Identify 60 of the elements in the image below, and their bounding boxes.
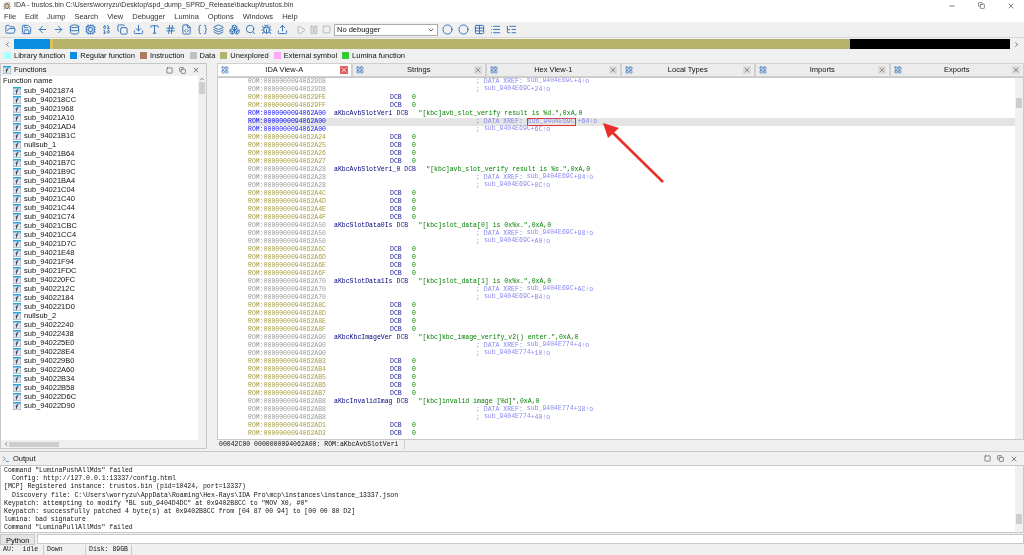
command-input[interactable] bbox=[37, 534, 1024, 544]
scroll-right-icon[interactable] bbox=[1013, 40, 1020, 48]
save-icon[interactable] bbox=[20, 23, 33, 36]
scroll-thumb[interactable] bbox=[1016, 514, 1022, 524]
tab-icon bbox=[759, 66, 767, 74]
layers-icon[interactable] bbox=[212, 23, 225, 36]
scroll-left-icon[interactable] bbox=[4, 40, 11, 48]
list-icon[interactable] bbox=[489, 23, 502, 36]
braces-icon[interactable] bbox=[196, 23, 209, 36]
scroll-left-icon[interactable] bbox=[3, 441, 9, 447]
close-icon[interactable] bbox=[743, 66, 751, 74]
float-icon[interactable] bbox=[179, 66, 186, 74]
search-icon[interactable] bbox=[244, 23, 257, 36]
close-icon[interactable] bbox=[192, 66, 200, 74]
text-icon[interactable] bbox=[148, 23, 161, 36]
copy-icon[interactable] bbox=[116, 23, 129, 36]
bug-icon[interactable] bbox=[260, 23, 273, 36]
maximize-icon[interactable] bbox=[166, 66, 173, 74]
download-icon[interactable] bbox=[132, 23, 145, 36]
tab-icon bbox=[355, 66, 364, 74]
annotation-arrow bbox=[600, 122, 665, 184]
upload-icon[interactable] bbox=[276, 23, 289, 36]
scroll-thumb[interactable] bbox=[199, 82, 205, 94]
circle-icon[interactable] bbox=[457, 23, 470, 36]
table-icon[interactable] bbox=[473, 23, 486, 36]
chip-icon[interactable] bbox=[84, 23, 97, 36]
circle-icon[interactable] bbox=[441, 23, 454, 36]
tree-list-icon[interactable] bbox=[505, 23, 518, 36]
scroll-thumb[interactable] bbox=[9, 441, 59, 447]
hash-icon[interactable] bbox=[164, 23, 177, 36]
scrollbar[interactable] bbox=[1015, 78, 1023, 439]
scroll-up-icon[interactable] bbox=[199, 76, 205, 82]
restore-icon[interactable] bbox=[978, 1, 985, 9]
binary-icon[interactable] bbox=[100, 23, 113, 36]
maximize-icon[interactable] bbox=[984, 455, 991, 462]
close-icon[interactable] bbox=[1007, 1, 1015, 10]
forward-arrow-icon[interactable] bbox=[52, 23, 65, 36]
close-icon[interactable] bbox=[1012, 66, 1020, 74]
close-icon[interactable] bbox=[339, 66, 348, 74]
code-file-icon[interactable] bbox=[180, 23, 193, 36]
float-icon[interactable] bbox=[997, 455, 1004, 462]
output-icon bbox=[2, 454, 10, 463]
close-icon[interactable] bbox=[877, 66, 886, 74]
close-icon[interactable] bbox=[608, 66, 617, 74]
tab-icon bbox=[490, 66, 498, 74]
scrollbar[interactable] bbox=[198, 76, 206, 440]
open-folder-icon[interactable] bbox=[4, 23, 17, 36]
navigation-band[interactable] bbox=[14, 39, 1010, 49]
scroll-thumb[interactable] bbox=[1016, 98, 1022, 108]
boxes-icon[interactable] bbox=[228, 23, 241, 36]
database-icon[interactable] bbox=[68, 23, 81, 36]
close-icon[interactable] bbox=[474, 66, 482, 74]
back-arrow-icon[interactable] bbox=[36, 23, 49, 36]
tab-icon bbox=[624, 66, 633, 74]
tab-icon bbox=[893, 66, 902, 74]
scrollbar[interactable] bbox=[1015, 466, 1023, 532]
app-icon bbox=[3, 1, 11, 10]
tab-icon bbox=[221, 66, 229, 74]
function-icon bbox=[3, 66, 11, 74]
close-icon[interactable] bbox=[1010, 454, 1018, 463]
